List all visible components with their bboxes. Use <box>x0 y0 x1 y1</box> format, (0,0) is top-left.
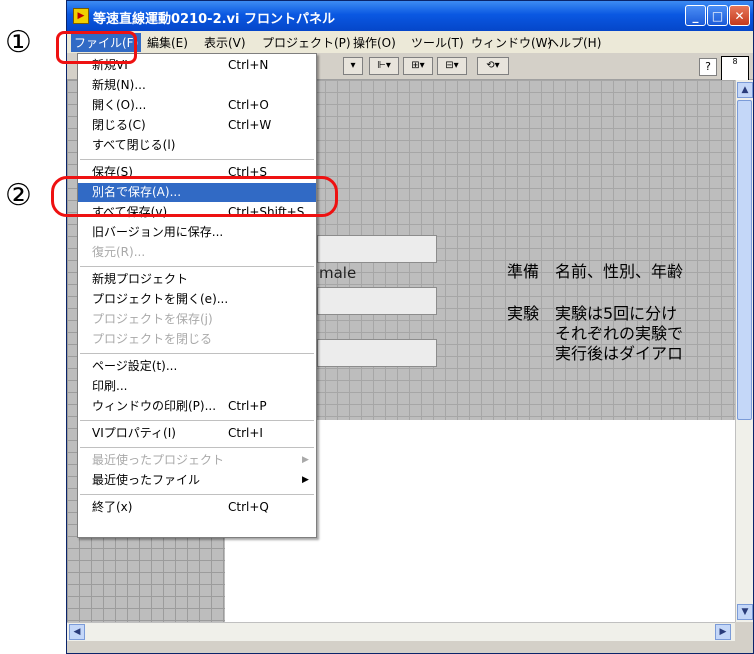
menu-tools[interactable]: ツール(T) <box>411 34 464 51</box>
file-menu-dropdown: 新規VI Ctrl+N 新規(N)... 開く(O)... Ctrl+O 閉じる(C) Ct… <box>77 53 317 538</box>
scroll-right-icon[interactable]: ▶ <box>715 624 731 640</box>
menu-item-label: プロジェクトを保存(j) <box>92 312 213 326</box>
menu-item-shortcut: Ctrl+I <box>228 426 263 440</box>
menu-item-label: ページ設定(t)... <box>92 359 178 373</box>
menu-item-shortcut: Ctrl+P <box>228 399 267 413</box>
distribute-objects-icon[interactable]: ⊞▾ <box>403 57 433 75</box>
maximize-button[interactable]: □ <box>707 5 728 26</box>
labview-vi-icon: ▶ <box>73 8 89 24</box>
sex-field[interactable] <box>317 287 437 315</box>
file-menu-item[interactable]: 終了(x) Ctrl+Q <box>78 498 316 517</box>
file-menu-item[interactable]: プロジェクトを開く(e)... <box>78 290 316 309</box>
menu-edit[interactable]: 編集(E) <box>147 34 188 51</box>
file-menu-item: 復元(R)... <box>78 243 316 262</box>
file-menu-item: プロジェクトを閉じる <box>78 330 316 349</box>
file-menu-item[interactable]: 開く(O)... Ctrl+O <box>78 96 316 115</box>
annotation-step-2: ② <box>5 178 32 213</box>
file-menu-item[interactable]: VIプロパティ(I) Ctrl+I <box>78 424 316 443</box>
menu-item-label: 復元(R)... <box>92 245 146 259</box>
menu-item-label: プロジェクトを開く(e)... <box>92 292 229 306</box>
menu-item-label: 最近使ったプロジェクト <box>92 453 225 467</box>
name-field[interactable] <box>317 235 437 263</box>
vertical-scrollbar[interactable]: ▲ ▼ <box>735 80 753 622</box>
file-menu-item[interactable]: ウィンドウの印刷(P)... Ctrl+P <box>78 397 316 416</box>
menu-project[interactable]: プロジェクト(P) <box>262 34 351 51</box>
menu-item-label: 新規プロジェクト <box>92 272 189 286</box>
annotation-box-file-menu <box>56 31 137 64</box>
menu-bar: ファイル(F) 編集(E) 表示(V) プロジェクト(P) 操作(O) ツール(… <box>67 31 753 53</box>
align-objects-icon[interactable]: ⊩▾ <box>369 57 399 75</box>
menu-separator <box>80 420 314 421</box>
file-menu-item[interactable]: 旧バージョン用に保存... <box>78 223 316 242</box>
menu-help[interactable]: ヘルプ(H) <box>547 34 601 51</box>
annotation-box-save-as <box>51 176 338 217</box>
window-title: 等速直線運動0210-2.vi フロントパネル <box>93 12 336 27</box>
menu-item-label: 最近使ったファイル <box>92 473 201 487</box>
scroll-up-icon[interactable]: ▲ <box>737 82 753 98</box>
close-button[interactable]: ✕ <box>729 5 750 26</box>
annotation-step-1: ① <box>5 25 32 60</box>
menu-item-shortcut: Ctrl+W <box>228 118 272 132</box>
menu-separator <box>80 494 314 495</box>
menu-separator <box>80 447 314 448</box>
file-menu-item[interactable]: 新規プロジェクト <box>78 270 316 289</box>
menu-separator <box>80 159 314 160</box>
context-help-button[interactable]: ? <box>699 58 717 76</box>
reorder-icon[interactable]: ⟲▾ <box>477 57 509 75</box>
menu-window[interactable]: ウィンドウ(W) <box>471 34 552 51</box>
menu-item-label: 旧バージョン用に保存... <box>92 225 224 239</box>
menu-item-label: 終了(x) <box>92 500 133 514</box>
menu-item-label: ウィンドウの印刷(P)... <box>92 399 217 413</box>
menu-item-label: プロジェクトを閉じる <box>92 332 213 346</box>
menu-view[interactable]: 表示(V) <box>204 34 246 51</box>
file-menu-item[interactable]: 最近使ったファイル ▶ <box>78 471 316 490</box>
file-menu-item[interactable]: 印刷... <box>78 377 316 396</box>
instruction-line-1: 準備 名前、性別、年齢 <box>507 262 684 281</box>
menu-item-label: 閉じる(C) <box>92 118 146 132</box>
vertical-scroll-thumb[interactable] <box>737 100 752 420</box>
file-menu-item[interactable]: 閉じる(C) Ctrl+W <box>78 116 316 135</box>
horizontal-scrollbar[interactable]: ◀ ▶ <box>67 622 735 641</box>
menu-item-label: 新規(N)... <box>92 78 146 92</box>
submenu-arrow-icon: ▶ <box>302 475 309 485</box>
text-settings-dropdown-icon[interactable]: ▾ <box>343 57 363 75</box>
submenu-arrow-icon: ▶ <box>302 455 309 465</box>
instruction-line-4: 実行後はダイアロ <box>507 344 684 363</box>
menu-item-shortcut: Ctrl+Q <box>228 500 269 514</box>
menu-item-shortcut: Ctrl+N <box>228 58 269 72</box>
menu-separator <box>80 353 314 354</box>
menu-item-label: すべて閉じる(l) <box>92 138 176 152</box>
age-field[interactable] <box>317 339 437 367</box>
title-bar[interactable]: ▶ 等速直線運動0210-2.vi フロントパネル _ □ ✕ <box>67 1 753 31</box>
file-menu-item: 最近使ったプロジェクト ▶ <box>78 451 316 470</box>
menu-item-label: VIプロパティ(I) <box>92 426 176 440</box>
menu-item-shortcut: Ctrl+O <box>228 98 269 112</box>
minimize-button[interactable]: _ <box>685 5 706 26</box>
menu-item-label: 開く(O)... <box>92 98 147 112</box>
file-menu-item: プロジェクトを保存(j) <box>78 310 316 329</box>
resize-objects-icon[interactable]: ⊟▾ <box>437 57 467 75</box>
sex-option-label: male <box>319 264 357 282</box>
file-menu-item[interactable]: すべて閉じる(l) <box>78 136 316 155</box>
menu-item-label: 印刷... <box>92 379 128 393</box>
file-menu-item[interactable]: ページ設定(t)... <box>78 357 316 376</box>
scroll-left-icon[interactable]: ◀ <box>69 624 85 640</box>
menu-operate[interactable]: 操作(O) <box>353 34 396 51</box>
scroll-down-icon[interactable]: ▼ <box>737 604 753 620</box>
file-menu-item[interactable]: 新規(N)... <box>78 76 316 95</box>
menu-separator <box>80 266 314 267</box>
